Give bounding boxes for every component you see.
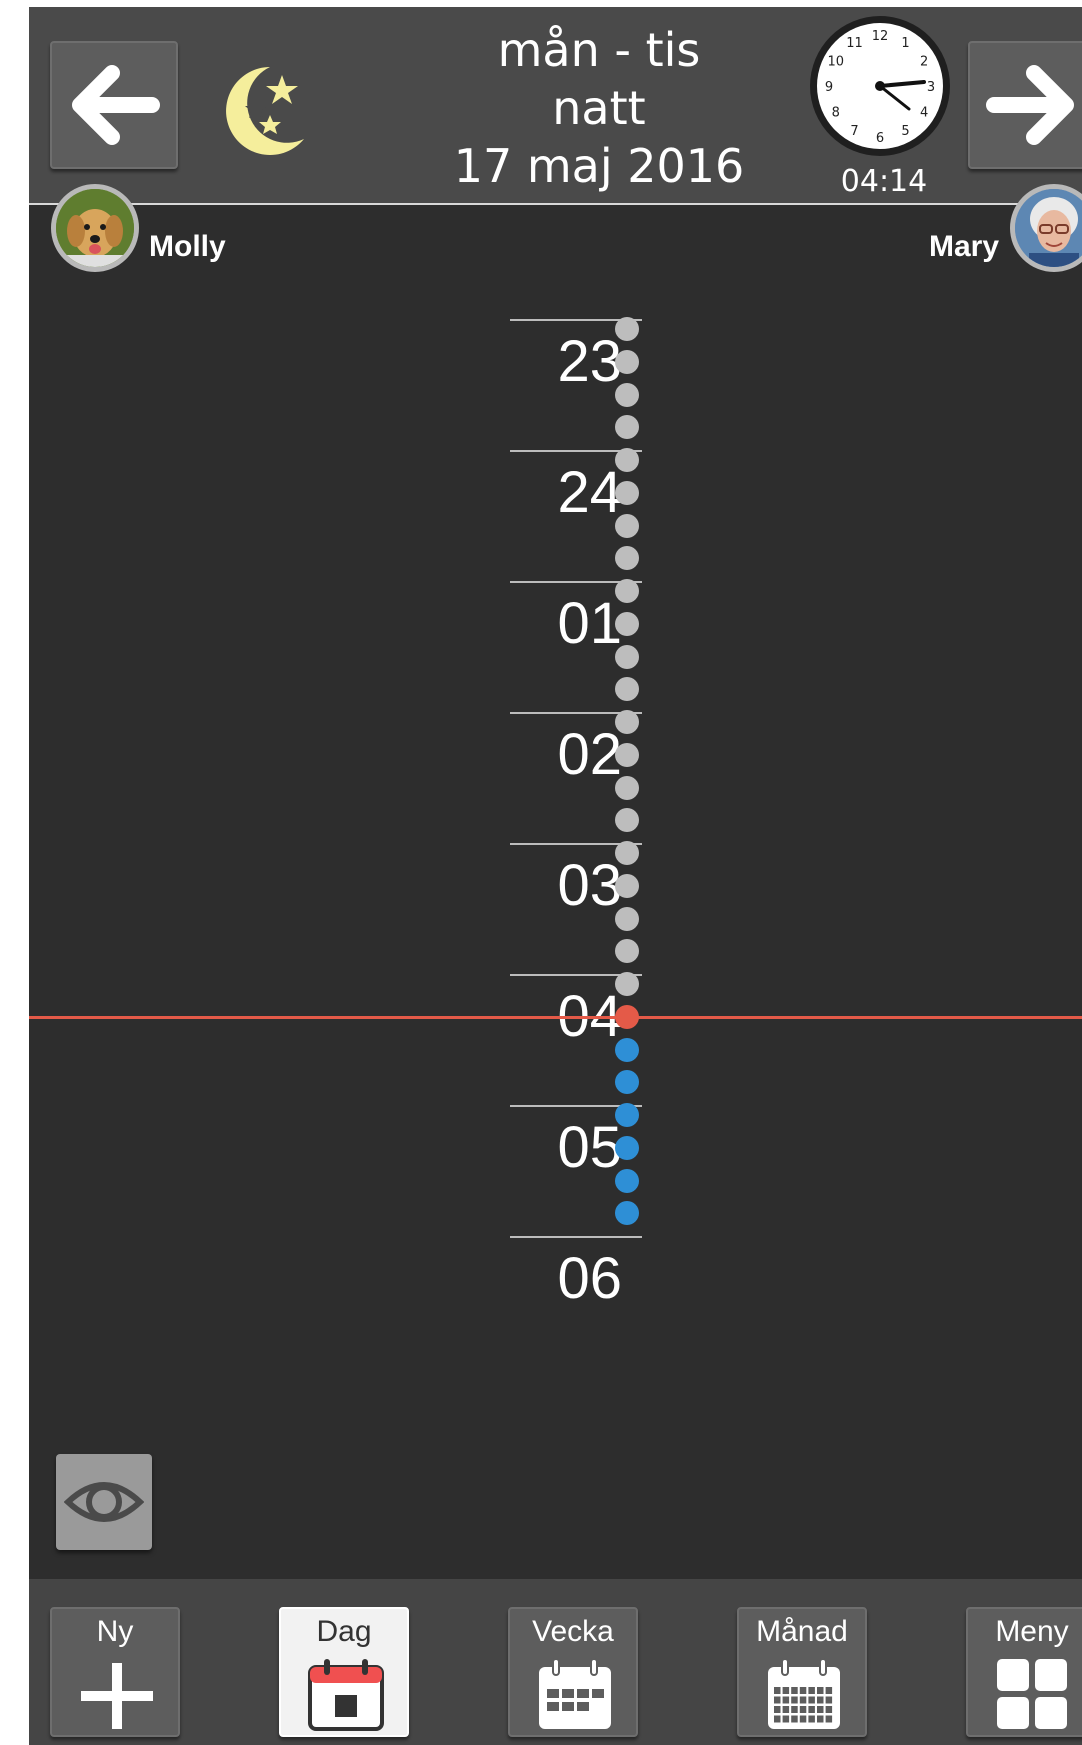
past-time-dot <box>615 611 639 636</box>
bottom-toolbar: Ny Dag Vecka Månad Meny <box>29 1579 1082 1745</box>
week-view-label: Vecka <box>532 1615 614 1648</box>
past-time-dot <box>615 448 639 472</box>
future-time-dot <box>615 1070 639 1095</box>
past-time-dot <box>615 546 639 571</box>
hour-label: 03 <box>557 853 622 918</box>
eye-icon <box>64 1482 144 1522</box>
day-view-label: Dag <box>316 1615 372 1648</box>
hour-label: 05 <box>557 1115 622 1180</box>
menu-label: Meny <box>995 1615 1069 1648</box>
past-time-dot <box>615 677 639 702</box>
future-time-dot <box>615 1201 639 1226</box>
future-time-dot <box>615 1168 639 1193</box>
past-time-dot <box>615 775 639 800</box>
past-time-dot <box>615 873 639 898</box>
dog-photo-icon <box>56 189 134 267</box>
new-button[interactable]: Ny <box>50 1607 180 1737</box>
future-time-dot <box>615 1103 639 1127</box>
past-time-dot <box>615 906 639 931</box>
future-time-dot <box>615 1135 639 1160</box>
hour-label: 02 <box>557 722 622 787</box>
avatar-molly[interactable] <box>51 184 139 272</box>
past-time-dot <box>615 317 639 341</box>
past-time-dot <box>615 841 639 865</box>
person-photo-icon <box>1015 189 1082 267</box>
past-time-dot <box>615 742 639 767</box>
month-view-label: Månad <box>756 1615 848 1648</box>
month-view-button[interactable]: Månad <box>737 1607 867 1737</box>
day-view-screen: mån - tis natt 17 maj 2016 12 1 2 3 4 5 6 7 8 9 10… <box>29 7 1082 1745</box>
week-view-button[interactable]: Vecka <box>508 1607 638 1737</box>
past-time-dot <box>615 710 639 734</box>
plus-icon <box>81 1663 153 1729</box>
past-time-dot <box>615 972 639 996</box>
hour-label: 01 <box>557 591 622 656</box>
hour-label: 24 <box>557 460 622 525</box>
day-view-button[interactable]: Dag <box>279 1607 409 1737</box>
hour-label: 23 <box>557 329 622 394</box>
visibility-toggle-button[interactable] <box>56 1454 152 1550</box>
month-calendar-icon <box>768 1658 840 1729</box>
day-calendar-icon <box>308 1659 384 1731</box>
current-time-line <box>29 1015 1082 1019</box>
past-time-dot <box>615 480 639 505</box>
past-time-dot <box>615 644 639 669</box>
hour-timeline: 23 24 01 02 03 04 05 06 <box>29 7 1082 1407</box>
past-time-dot <box>615 579 639 603</box>
past-time-dot <box>615 939 639 964</box>
week-calendar-icon <box>539 1658 611 1729</box>
past-time-dot <box>615 415 639 440</box>
past-time-dot <box>615 513 639 538</box>
new-button-label: Ny <box>96 1615 134 1648</box>
future-time-dot <box>615 1037 639 1062</box>
past-time-dot <box>615 349 639 374</box>
menu-button[interactable]: Meny <box>966 1607 1082 1737</box>
hour-label: 06 <box>557 1246 622 1311</box>
user-name-right: Mary <box>929 230 1000 263</box>
menu-grid-icon <box>997 1659 1067 1729</box>
past-time-dot <box>615 808 639 833</box>
user-name-left: Molly <box>149 230 226 263</box>
past-time-dot <box>615 382 639 407</box>
hour-line <box>510 1236 642 1238</box>
